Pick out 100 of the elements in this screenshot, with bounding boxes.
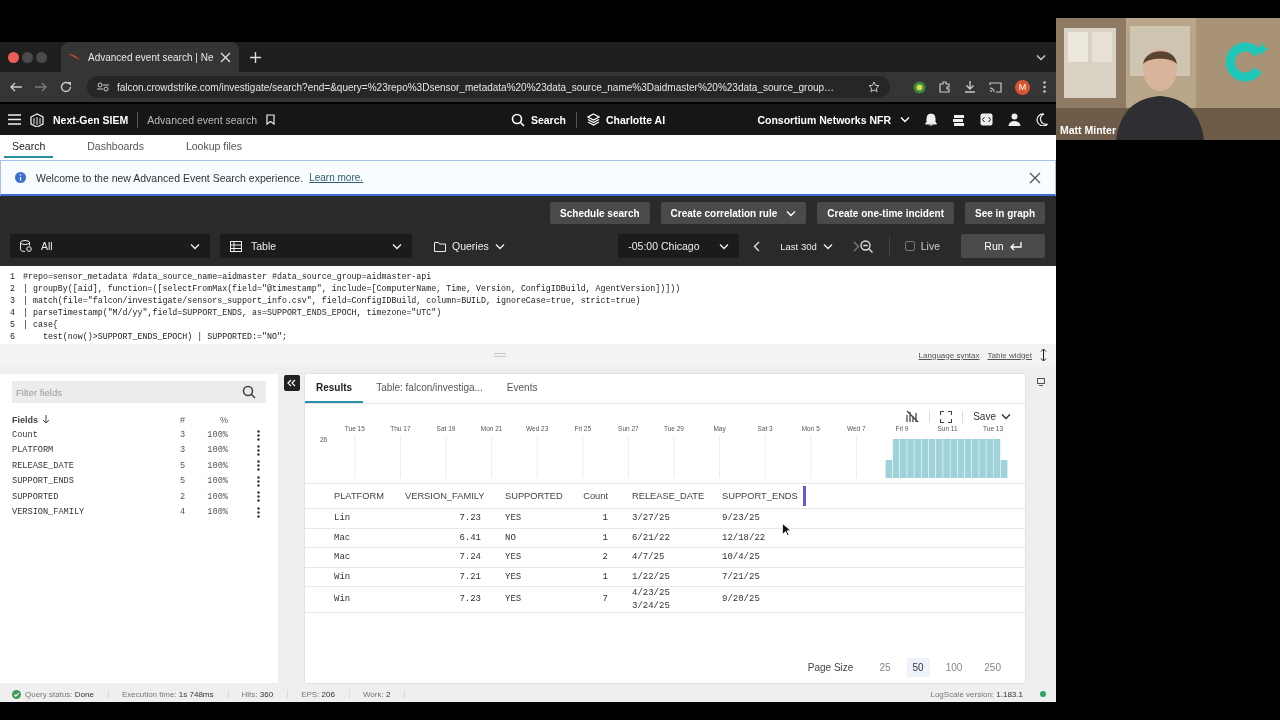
- search-button[interactable]: Search: [510, 112, 566, 127]
- collapse-panel-button[interactable]: [283, 375, 300, 391]
- download-icon[interactable]: [964, 81, 976, 93]
- cast-icon[interactable]: [989, 81, 1002, 93]
- more-options-icon[interactable]: [257, 506, 260, 518]
- more-options-icon[interactable]: [257, 444, 260, 456]
- star-icon[interactable]: [868, 81, 880, 93]
- column-header[interactable]: SUPPORTED: [505, 484, 582, 509]
- time-range-dropdown[interactable]: Last 30d: [774, 240, 839, 252]
- nav-tab[interactable]: Lookup files: [177, 135, 250, 158]
- table-cell: 1/22/25: [632, 570, 670, 583]
- save-dropdown[interactable]: Save: [973, 411, 1011, 422]
- help-link[interactable]: Language syntax: [918, 350, 980, 360]
- back-arrow-icon[interactable]: [10, 82, 22, 92]
- repository-dropdown[interactable]: All: [10, 234, 210, 258]
- page-size-option[interactable]: 25: [873, 658, 897, 677]
- status-text: Query status: Done: [25, 689, 94, 699]
- code-line: | match(file="falcon/investigate/sensors_support_info.csv", field=ConfigIDBuild, column=BUILD, ignoreCase=true, strict=true): [23, 295, 641, 305]
- page-size-label: Page Size: [807, 662, 854, 673]
- results-tab[interactable]: Table: falcon/investiga...: [365, 374, 494, 403]
- field-count: 5: [180, 460, 187, 471]
- field-name[interactable]: RELEASE_DATE: [12, 460, 180, 471]
- field-name[interactable]: VERSION_FAMILY: [12, 507, 180, 518]
- enter-icon: [1009, 241, 1022, 251]
- more-options-icon[interactable]: [257, 429, 260, 441]
- page-size-option[interactable]: 250: [978, 658, 1007, 677]
- status-text: Work: 2: [362, 689, 391, 699]
- plus-icon[interactable]: [250, 51, 262, 63]
- resize-icon[interactable]: [1040, 349, 1047, 361]
- browser-tab[interactable]: Advanced event search | Ne: [61, 42, 240, 72]
- run-button[interactable]: Run: [961, 234, 1045, 258]
- column-header[interactable]: VERSION_FAMILY: [405, 484, 505, 509]
- field-name[interactable]: SUPPORTED: [12, 491, 180, 502]
- query-editor[interactable]: [0, 266, 1056, 344]
- forward-arrow-icon[interactable]: [35, 82, 47, 92]
- ring-icon: [1224, 40, 1268, 84]
- column-header[interactable]: SUPPORT_ENDS: [722, 484, 806, 509]
- more-options-icon[interactable]: [257, 491, 260, 503]
- column-resize-handle[interactable]: [803, 486, 806, 506]
- more-options-icon[interactable]: [257, 475, 260, 487]
- reload-icon[interactable]: [60, 81, 72, 93]
- help-link[interactable]: Table widget: [987, 350, 1032, 360]
- action-button[interactable]: Create correlation rule: [660, 202, 807, 224]
- queries-dropdown[interactable]: Queries: [428, 240, 511, 252]
- menu-dots-icon[interactable]: [1043, 81, 1046, 93]
- filter-field[interactable]: Filter fields: [12, 381, 266, 403]
- field-name[interactable]: SUPPORT_ENDS: [12, 476, 180, 487]
- learn-more-link[interactable]: Learn more.: [309, 172, 364, 183]
- zoom-out-icon[interactable]: [859, 239, 873, 253]
- field-name[interactable]: Count: [12, 430, 180, 441]
- table-icon: [230, 240, 242, 252]
- column-header[interactable]: Fields: [12, 414, 180, 425]
- drag-handle-icon[interactable]: [494, 353, 507, 357]
- close-window-button[interactable]: [8, 51, 19, 63]
- code-line: | case{: [23, 319, 58, 329]
- list-icon[interactable]: [952, 113, 965, 126]
- field-percent: 100%: [206, 507, 228, 518]
- live-label: Live: [920, 240, 940, 252]
- column-header[interactable]: Count: [582, 484, 632, 509]
- column-header[interactable]: PLATFORM: [305, 484, 405, 509]
- live-checkbox[interactable]: [904, 241, 915, 251]
- field-percent: 100%: [206, 460, 228, 471]
- nav-tab[interactable]: Dashboards: [79, 135, 152, 158]
- site-settings-icon[interactable]: [97, 82, 109, 92]
- info-icon: [15, 172, 26, 183]
- person-icon[interactable]: [1008, 113, 1021, 126]
- banner-message: Welcome to the new Advanced Event Search experience.: [36, 171, 304, 184]
- action-button[interactable]: Create one-time incident: [817, 202, 954, 224]
- profile-avatar[interactable]: M: [1015, 79, 1030, 95]
- timezone-dropdown[interactable]: -05:00 Chicago: [618, 234, 740, 258]
- field-name[interactable]: PLATFORM: [12, 445, 180, 456]
- status-text: EPS: 206: [301, 689, 335, 699]
- results-tab[interactable]: Results: [305, 374, 364, 403]
- line-number: 3: [10, 295, 16, 305]
- caret-down-icon[interactable]: [1036, 53, 1046, 61]
- address-field[interactable]: falcon.crowdstrike.com/investigate/search?end=&query=%23repo%3Dsensor_metadata%20%23data_source_name%3Daidmaster%20%23data_source_group…: [87, 76, 890, 98]
- results-tab[interactable]: Events: [495, 374, 549, 403]
- more-options-icon[interactable]: [257, 460, 260, 472]
- code-icon[interactable]: [980, 113, 993, 126]
- column-header[interactable]: RELEASE_DATE: [632, 484, 722, 509]
- chart-off-icon[interactable]: [906, 410, 920, 423]
- bookmark-icon[interactable]: [266, 114, 275, 125]
- menu-icon[interactable]: [8, 114, 21, 125]
- table-cell: 7: [602, 593, 608, 606]
- moon-icon[interactable]: [1036, 113, 1048, 126]
- assistant-button[interactable]: Charlotte AI: [586, 113, 666, 126]
- close-icon[interactable]: [1029, 171, 1041, 184]
- organization-dropdown[interactable]: Consortium Networks NFR: [757, 113, 910, 126]
- view-dropdown[interactable]: Table: [220, 234, 412, 258]
- fullscreen-icon[interactable]: [940, 410, 953, 423]
- chevron-left-icon[interactable]: [753, 240, 761, 252]
- folder-icon: [434, 240, 446, 252]
- action-button[interactable]: Schedule search: [550, 202, 650, 224]
- action-button[interactable]: See in graph: [965, 202, 1045, 224]
- chevron-right-icon[interactable]: [852, 240, 860, 252]
- page-size-option[interactable]: 50: [906, 658, 930, 677]
- splitter-bar[interactable]: Language syntax Table widget: [0, 344, 1056, 366]
- bell-icon[interactable]: [925, 113, 937, 126]
- page-size-option[interactable]: 100: [939, 658, 969, 677]
- puzzle-icon[interactable]: [939, 81, 951, 93]
